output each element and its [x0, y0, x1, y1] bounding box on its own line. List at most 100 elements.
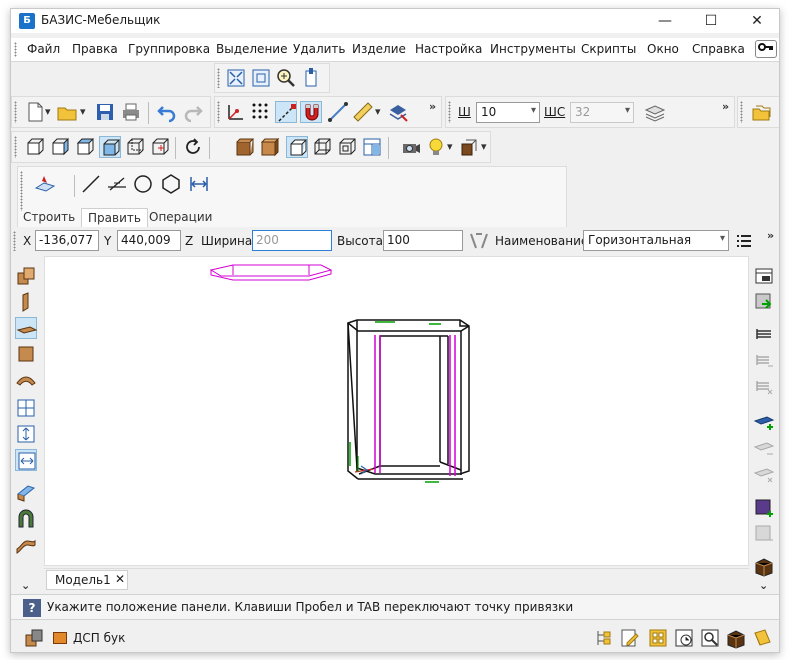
- rotate-icon[interactable]: [182, 136, 204, 158]
- view-right-icon[interactable]: [49, 136, 71, 158]
- notebook-icon[interactable]: [751, 627, 773, 649]
- box-open-icon[interactable]: [753, 555, 775, 577]
- y-coordinate-input[interactable]: 440,009: [117, 230, 181, 251]
- box-icon[interactable]: [725, 627, 747, 649]
- view-top-icon[interactable]: [74, 136, 96, 158]
- measure-line-icon[interactable]: [327, 101, 349, 123]
- menu-grip[interactable]: [14, 42, 17, 57]
- snap-toolbar-more[interactable]: »: [429, 100, 436, 113]
- redo-icon[interactable]: [182, 101, 204, 123]
- draw-polyline-icon[interactable]: [106, 173, 128, 195]
- thickness-combo[interactable]: 10 ▾: [476, 102, 540, 123]
- right-toolbar-scroll-down[interactable]: ⌄: [759, 579, 768, 592]
- print-icon[interactable]: [120, 101, 142, 123]
- render-wireframe-icon[interactable]: [311, 136, 333, 158]
- view-back-icon[interactable]: [124, 136, 146, 158]
- zoom-fit-icon[interactable]: [225, 67, 247, 89]
- menu-window[interactable]: Окно: [647, 42, 679, 56]
- render-wood-icon[interactable]: [234, 136, 256, 158]
- coord-bar-more[interactable]: »: [767, 229, 774, 242]
- add-edge-icon[interactable]: [753, 411, 775, 433]
- panel-tool-icon[interactable]: [15, 265, 37, 287]
- catalog-icon[interactable]: [647, 627, 669, 649]
- profile-panel-icon[interactable]: [15, 533, 37, 555]
- panel-properties-icon[interactable]: [753, 265, 775, 287]
- split-view-icon[interactable]: [361, 136, 383, 158]
- tab-build[interactable]: Строить: [17, 208, 81, 228]
- camera-icon[interactable]: [400, 136, 422, 158]
- layers-icon[interactable]: [387, 101, 409, 123]
- tree-view-icon[interactable]: [593, 627, 615, 649]
- clock-report-icon[interactable]: [673, 627, 695, 649]
- pan-icon[interactable]: [300, 67, 322, 89]
- mirror-icon[interactable]: [468, 230, 490, 252]
- panel-in-niche-icon[interactable]: [15, 397, 37, 419]
- add-facing-icon[interactable]: [753, 497, 775, 519]
- x-coordinate-input[interactable]: -136,077: [35, 230, 99, 251]
- material-library-icon[interactable]: [23, 627, 45, 649]
- render-hidden-lines-icon[interactable]: [286, 136, 308, 158]
- draw-circle-icon[interactable]: [132, 173, 154, 195]
- undo-icon[interactable]: [156, 101, 178, 123]
- menu-scripts[interactable]: Скрипты: [581, 42, 636, 56]
- magnet-icon[interactable]: [300, 101, 322, 123]
- key-icon[interactable]: [755, 40, 777, 58]
- menu-tools[interactable]: Инструменты: [490, 42, 576, 56]
- menu-help[interactable]: Справка: [692, 42, 745, 56]
- render-outline-icon[interactable]: [336, 136, 358, 158]
- view-iso-icon[interactable]: [99, 136, 121, 158]
- model-canvas[interactable]: [44, 256, 749, 566]
- zoom-window-icon[interactable]: [250, 67, 272, 89]
- front-panel-icon[interactable]: [15, 343, 37, 365]
- dimension-icon[interactable]: [188, 173, 210, 195]
- vertical-dimension-icon[interactable]: [15, 423, 37, 445]
- snap-line-icon[interactable]: [275, 101, 297, 123]
- save-icon[interactable]: [94, 101, 116, 123]
- draw-polygon-icon[interactable]: [160, 173, 182, 195]
- edge-thickness-combo[interactable]: 32 ▾: [570, 102, 634, 123]
- horizontal-panel-icon[interactable]: [15, 317, 38, 339]
- help-icon[interactable]: ?: [23, 599, 41, 617]
- grid-dots-icon[interactable]: [250, 101, 272, 123]
- export-panel-icon[interactable]: [753, 291, 775, 313]
- ruler-icon[interactable]: [352, 101, 374, 123]
- stack-panels-icon[interactable]: [644, 101, 666, 123]
- edit-properties-icon[interactable]: [619, 627, 641, 649]
- render-shaded-icon[interactable]: [259, 136, 281, 158]
- menu-product[interactable]: Изделие: [352, 42, 406, 56]
- new-file-dropdown-icon[interactable]: ▾: [45, 105, 51, 118]
- materials-icon[interactable]: [459, 136, 481, 158]
- minimize-button[interactable]: —: [643, 9, 687, 33]
- width-input[interactable]: 200: [252, 230, 332, 251]
- tab-model1[interactable]: Модель1 ✕: [46, 570, 128, 590]
- maximize-button[interactable]: ☐: [689, 9, 733, 33]
- thickness-toolbar-more[interactable]: »: [722, 100, 729, 113]
- draw-line-icon[interactable]: [80, 173, 102, 195]
- close-button[interactable]: ✕: [735, 9, 779, 33]
- menu-selection[interactable]: Выделение: [216, 42, 287, 56]
- menu-delete[interactable]: Удалить: [293, 42, 346, 56]
- left-toolbar-scroll-down[interactable]: ⌄: [21, 579, 30, 592]
- ruler-dropdown-icon[interactable]: ▾: [375, 105, 381, 118]
- light-bulb-icon[interactable]: [425, 136, 447, 158]
- vertical-panel-icon[interactable]: [15, 291, 37, 313]
- view-front-icon[interactable]: [24, 136, 46, 158]
- menu-grouping[interactable]: Группировка: [128, 42, 210, 56]
- new-file-icon[interactable]: [24, 101, 46, 123]
- horizontal-dimension-icon[interactable]: [15, 449, 37, 471]
- menu-file[interactable]: Файл: [27, 42, 60, 56]
- tab-edit[interactable]: Править: [81, 208, 148, 228]
- height-input[interactable]: 100: [383, 230, 463, 251]
- open-folder-icon[interactable]: [56, 101, 78, 123]
- zoom-icon[interactable]: [275, 67, 297, 89]
- inspect-icon[interactable]: [699, 627, 721, 649]
- sketch-plane-icon[interactable]: [34, 173, 56, 195]
- menu-settings[interactable]: Настройка: [415, 42, 482, 56]
- view-custom-icon[interactable]: [149, 136, 171, 158]
- open-dropdown-icon[interactable]: ▾: [80, 105, 86, 118]
- name-combo[interactable]: Горизонтальная ▾: [583, 230, 729, 251]
- axes-icon[interactable]: [225, 101, 247, 123]
- menu-edit[interactable]: Правка: [72, 42, 118, 56]
- folders-icon[interactable]: [750, 101, 772, 123]
- tab-operations[interactable]: Операции: [143, 208, 218, 228]
